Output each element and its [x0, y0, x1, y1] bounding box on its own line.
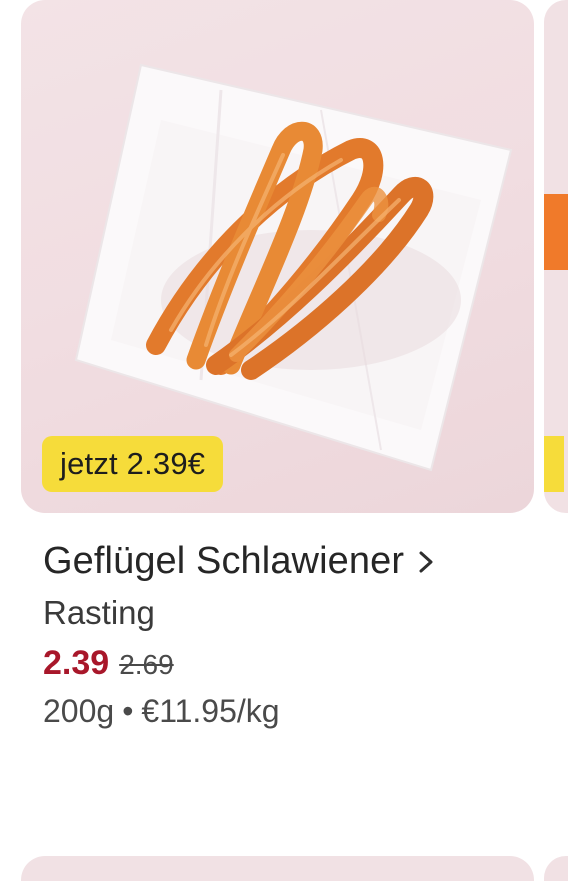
separator-dot: •	[122, 693, 134, 729]
product-title-row[interactable]: Geflügel Schlawiener	[43, 540, 436, 583]
product-list-page: jetzt 2.39€ Geflügel Schlawiener Rasting…	[0, 0, 568, 881]
package-size: 200g	[43, 693, 115, 729]
chevron-right-icon	[416, 546, 436, 578]
old-price: 2.69	[119, 649, 174, 680]
next-product-image-partial	[544, 194, 568, 270]
next-product-badge-partial	[544, 436, 564, 492]
unit-info-row: 200g • €11.95/kg	[43, 693, 280, 730]
price-row: 2.39 2.69	[43, 644, 174, 683]
next-row-second-card-partial[interactable]	[544, 856, 568, 881]
current-price: 2.39	[43, 644, 110, 682]
next-row-product-card-partial[interactable]	[21, 856, 534, 881]
product-brand: Rasting	[43, 594, 155, 631]
product-title: Geflügel Schlawiener	[43, 540, 405, 582]
next-product-card-partial[interactable]	[544, 0, 568, 513]
unit-price: €11.95/kg	[141, 693, 280, 729]
product-image-card[interactable]: jetzt 2.39€	[21, 0, 534, 513]
promo-badge: jetzt 2.39€	[42, 436, 224, 492]
